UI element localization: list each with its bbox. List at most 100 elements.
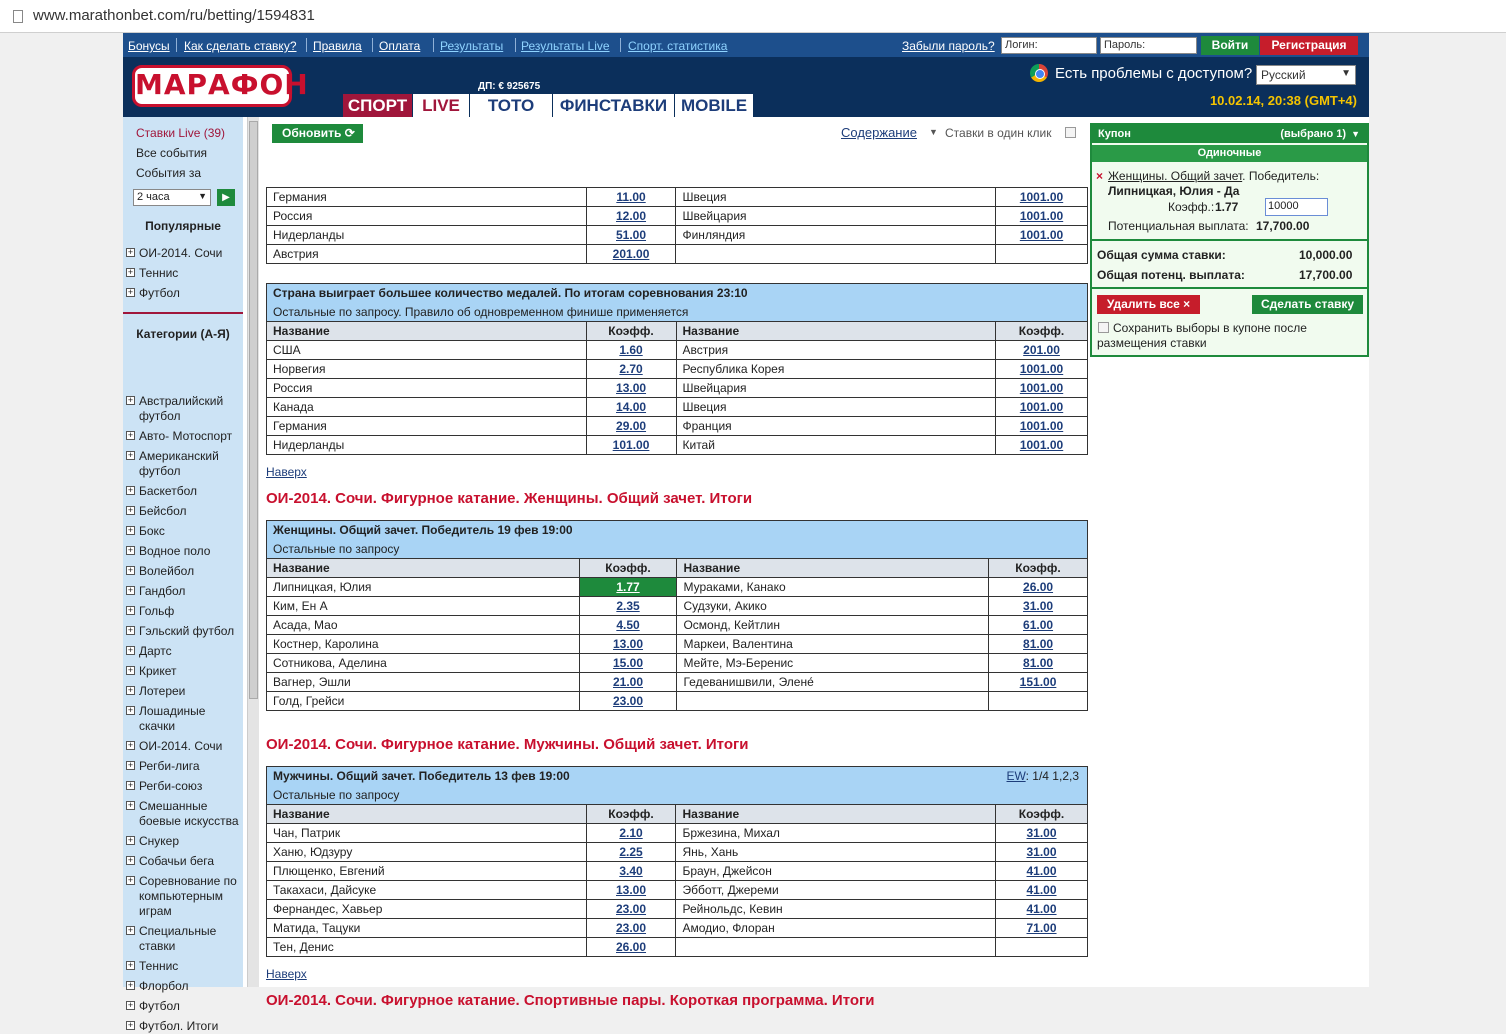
refresh-button[interactable]: Обновить ⟳: [272, 124, 363, 143]
odds-cell[interactable]: 13.00: [585, 880, 677, 900]
expand-icon[interactable]: +: [126, 566, 135, 575]
odds-cell[interactable]: 2.35: [578, 596, 678, 616]
odds-link[interactable]: 1001.00: [1020, 438, 1063, 452]
language-select[interactable]: Русский: [1256, 65, 1356, 85]
odds-link[interactable]: 15.00: [613, 656, 643, 670]
odds-link[interactable]: 29.00: [616, 419, 646, 433]
odds-link[interactable]: 26.00: [616, 940, 646, 954]
odds-link[interactable]: 21.00: [613, 675, 643, 689]
scrollbar-thumb[interactable]: [249, 121, 258, 699]
odds-cell[interactable]: 2.70: [585, 359, 677, 379]
odds-link[interactable]: 2.25: [619, 845, 642, 859]
nav-bonuses[interactable]: Бонусы: [128, 39, 170, 53]
odds-link[interactable]: 201.00: [613, 247, 650, 261]
odds-cell[interactable]: 1001.00: [995, 359, 1088, 379]
odds-link[interactable]: 11.00: [616, 190, 645, 204]
expand-icon[interactable]: +: [126, 431, 135, 440]
register-button[interactable]: Регистрация: [1260, 36, 1358, 55]
go-arrow-icon[interactable]: ▶: [217, 189, 235, 206]
odds-cell[interactable]: 1.77: [578, 577, 678, 597]
browser-address-bar[interactable]: www.marathonbet.com/ru/betting/1594831: [0, 0, 1506, 33]
sidebar-category-item[interactable]: + Соревнование по компьютерным играм: [126, 874, 241, 919]
sidebar-category-item[interactable]: + Специальные ставки: [126, 924, 241, 954]
sidebar-category-item[interactable]: + Водное поло: [126, 544, 241, 559]
expand-icon[interactable]: +: [126, 526, 135, 535]
odds-cell[interactable]: 13.00: [585, 378, 677, 398]
odds-link[interactable]: 2.70: [619, 362, 642, 376]
expand-icon[interactable]: +: [126, 626, 135, 635]
forgot-password-link[interactable]: Забыли пароль?: [902, 39, 995, 53]
contents-link[interactable]: Содержание: [841, 125, 917, 140]
odds-cell[interactable]: 81.00: [988, 653, 1088, 673]
odds-link[interactable]: 3.40: [619, 864, 642, 878]
popular-item[interactable]: + ОИ-2014. Сочи: [126, 246, 241, 261]
expand-icon[interactable]: +: [126, 741, 135, 750]
sidebar-category-item[interactable]: + Дартс: [126, 644, 241, 659]
odds-cell[interactable]: 21.00: [578, 672, 678, 692]
odds-link[interactable]: 61.00: [1023, 618, 1053, 632]
odds-cell[interactable]: 12.00: [585, 206, 677, 226]
tab-mobile[interactable]: MOBILE: [675, 94, 754, 117]
password-field[interactable]: Пароль:: [1100, 37, 1197, 54]
each-way-link[interactable]: EW: [1007, 769, 1026, 783]
odds-link[interactable]: 4.50: [616, 618, 639, 632]
odds-link[interactable]: 12.00: [616, 209, 646, 223]
odds-link[interactable]: 1001.00: [1020, 400, 1063, 414]
odds-cell[interactable]: 4.50: [578, 615, 678, 635]
sidebar-all-events[interactable]: Все события: [136, 146, 207, 160]
expand-icon[interactable]: +: [126, 961, 135, 970]
tab-finstavki[interactable]: ФИНСТАВКИ: [553, 94, 675, 117]
nav-statistics[interactable]: Спорт. статистика: [628, 39, 727, 53]
expand-icon[interactable]: +: [126, 546, 135, 555]
odds-cell[interactable]: 101.00: [585, 435, 677, 455]
expand-icon[interactable]: +: [126, 1021, 135, 1030]
sidebar-category-item[interactable]: + Теннис: [126, 959, 241, 974]
odds-link[interactable]: 14.00: [616, 400, 646, 414]
odds-cell[interactable]: 1001.00: [995, 187, 1088, 207]
sidebar-category-item[interactable]: + Лотереи: [126, 684, 241, 699]
odds-link[interactable]: 13.00: [616, 883, 646, 897]
odds-cell[interactable]: 23.00: [578, 691, 678, 711]
odds-link[interactable]: 23.00: [616, 921, 646, 935]
odds-link[interactable]: 1001.00: [1020, 381, 1063, 395]
coupon-bet-link[interactable]: Женщины. Общий зачет: [1108, 169, 1242, 183]
odds-cell[interactable]: 71.00: [995, 918, 1088, 938]
sidebar-category-item[interactable]: + Смешанные боевые искусства: [126, 799, 241, 829]
sidebar-category-item[interactable]: + Бейсбол: [126, 504, 241, 519]
marathon-logo[interactable]: МАРАФОН: [132, 65, 308, 107]
sidebar-category-item[interactable]: + Авто- Мотоспорт: [126, 429, 241, 444]
odds-link[interactable]: 23.00: [613, 694, 643, 708]
tab-live[interactable]: LIVE: [413, 94, 470, 117]
sidebar-category-item[interactable]: + Американский футбол: [126, 449, 241, 479]
odds-link[interactable]: 1001.00: [1020, 419, 1063, 433]
odds-cell[interactable]: 1001.00: [995, 435, 1088, 455]
expand-icon[interactable]: +: [126, 248, 135, 257]
tab-toto[interactable]: ТОТО: [470, 94, 553, 117]
sidebar-category-item[interactable]: + Регби-лига: [126, 759, 241, 774]
odds-cell[interactable]: 41.00: [995, 861, 1088, 881]
odds-link[interactable]: 1001.00: [1020, 362, 1063, 376]
odds-cell[interactable]: 15.00: [578, 653, 678, 673]
odds-cell[interactable]: 3.40: [585, 861, 677, 881]
odds-cell[interactable]: 151.00: [988, 672, 1088, 692]
sidebar-category-item[interactable]: + Волейбол: [126, 564, 241, 579]
expand-icon[interactable]: +: [126, 606, 135, 615]
popular-item[interactable]: + Теннис: [126, 266, 241, 281]
nav-results-live[interactable]: Результаты Live: [521, 39, 610, 53]
odds-cell[interactable]: 26.00: [988, 577, 1088, 597]
odds-cell[interactable]: 1001.00: [995, 206, 1088, 226]
odds-cell[interactable]: 14.00: [585, 397, 677, 417]
expand-icon[interactable]: +: [126, 586, 135, 595]
odds-link[interactable]: 41.00: [1027, 902, 1057, 916]
nav-payment[interactable]: Оплата: [379, 39, 420, 53]
odds-cell[interactable]: 201.00: [585, 244, 677, 264]
tab-sport[interactable]: СПОРТ: [343, 94, 413, 117]
odds-link[interactable]: 1001.00: [1020, 228, 1063, 242]
expand-icon[interactable]: +: [126, 801, 135, 810]
odds-link[interactable]: 26.00: [1023, 580, 1053, 594]
odds-link[interactable]: 81.00: [1023, 656, 1053, 670]
nav-rules[interactable]: Правила: [313, 39, 362, 53]
back-to-top-link[interactable]: Наверх: [266, 967, 307, 981]
odds-cell[interactable]: 1001.00: [995, 378, 1088, 398]
odds-cell[interactable]: 1.60: [585, 340, 677, 360]
